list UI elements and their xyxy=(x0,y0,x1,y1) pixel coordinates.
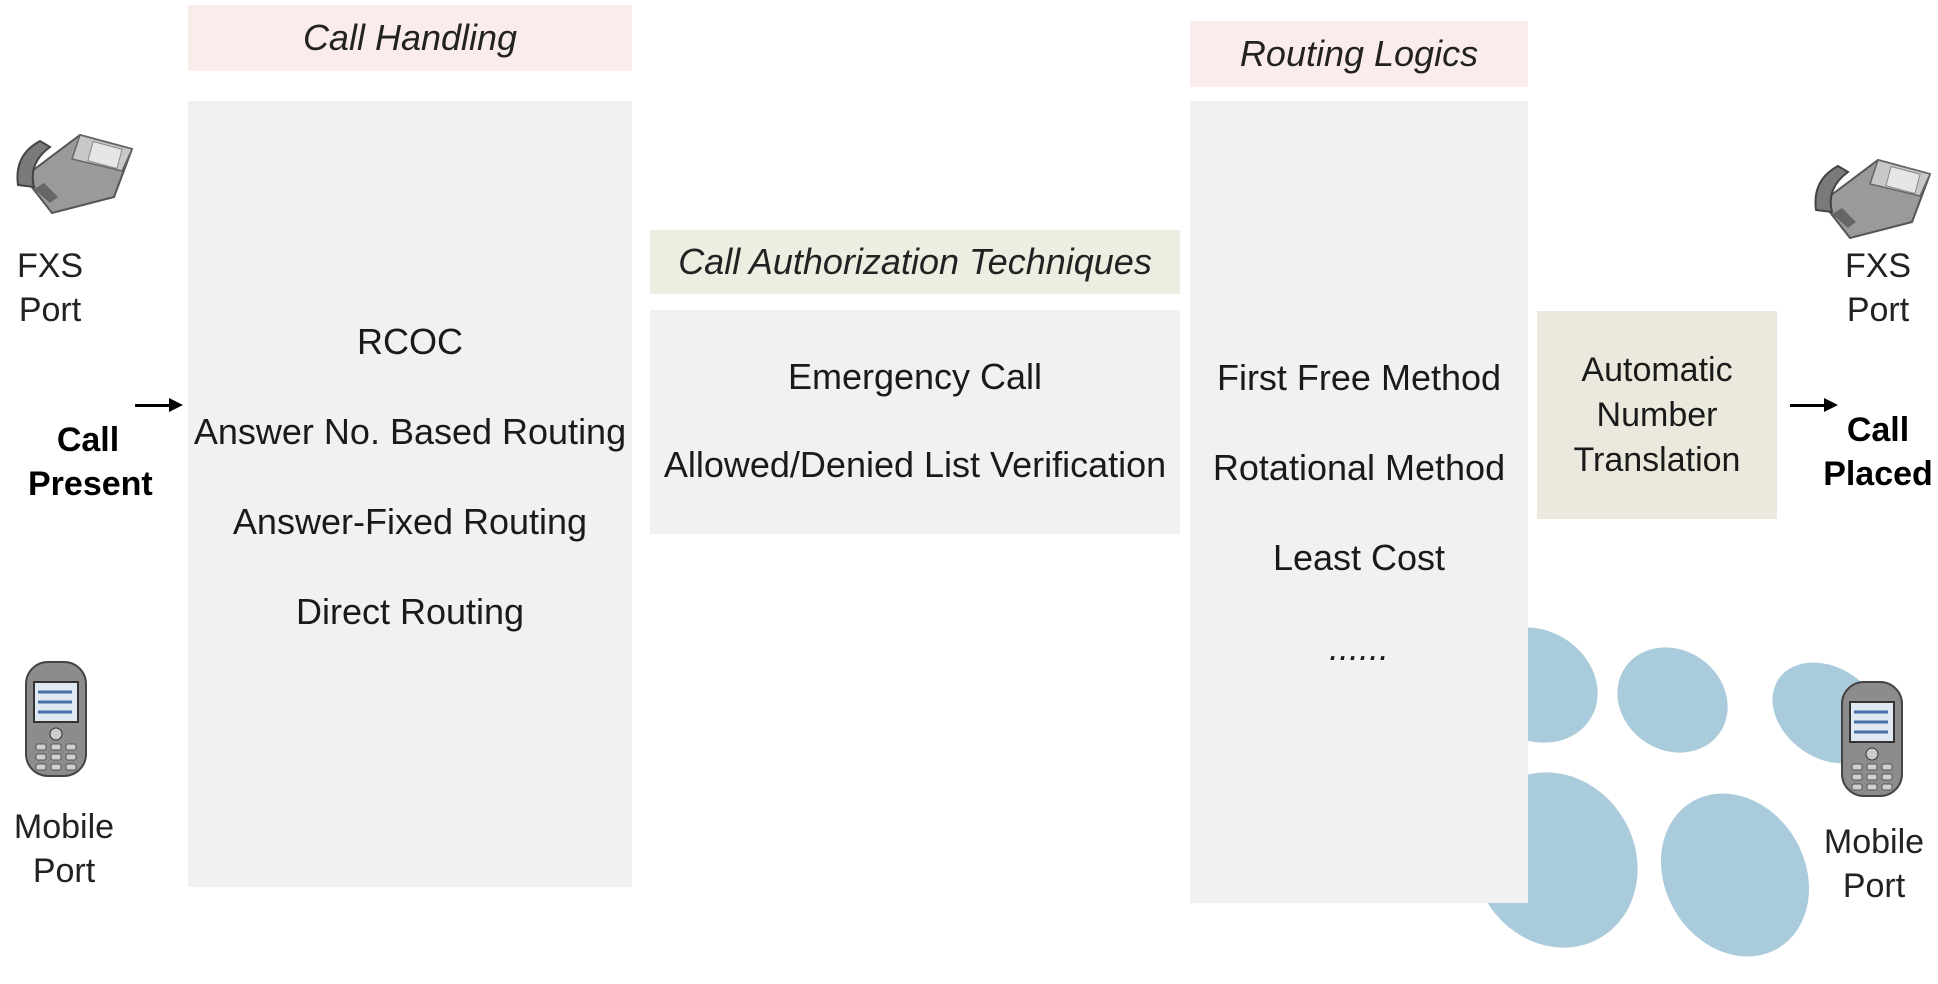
outgoing-arrow xyxy=(1790,398,1838,412)
desk-phone-icon xyxy=(16,133,134,215)
mobile-phone-icon xyxy=(25,661,87,777)
desk-phone-icon xyxy=(1814,158,1932,240)
decor-blob xyxy=(1631,766,1839,984)
left-fxs-port-label: FXS Port xyxy=(16,247,84,329)
translation-line: Number xyxy=(1596,395,1718,434)
call-authorization-panel: Emergency Call Allowed/Denied List Verif… xyxy=(650,310,1180,534)
call-present-label: Call Present xyxy=(28,421,153,503)
routing-logics-panel: First Free Method Rotational Method Leas… xyxy=(1190,101,1528,903)
call-handling-item: Answer-Fixed Routing xyxy=(232,501,588,542)
right-mobile-port-label: Mobile Port xyxy=(1823,823,1925,905)
mobile-phone-icon xyxy=(1841,681,1903,797)
call-handling-item: RCOC xyxy=(357,321,463,362)
incoming-arrow xyxy=(135,398,183,412)
call-handling-header: Call Handling xyxy=(188,5,632,71)
translation-line: Automatic xyxy=(1581,350,1733,389)
call-handling-item: Direct Routing xyxy=(295,591,525,632)
routing-logic-item: ...... xyxy=(1328,627,1389,668)
call-handling-panel: RCOC Answer No. Based Routing Answer-Fix… xyxy=(188,101,632,887)
number-translation-box: Automatic Number Translation xyxy=(1537,311,1777,519)
routing-logic-item: First Free Method xyxy=(1216,357,1502,398)
right-fxs-port-label: FXS Port xyxy=(1844,247,1912,329)
authorization-item: Allowed/Denied List Verification xyxy=(663,444,1167,485)
routing-logic-item: Rotational Method xyxy=(1212,447,1506,488)
routing-logic-item: Least Cost xyxy=(1272,537,1446,578)
left-mobile-port-label: Mobile Port xyxy=(13,808,115,890)
call-placed-label: Call Placed xyxy=(1823,411,1933,493)
call-handling-item: Answer No. Based Routing xyxy=(193,411,627,452)
translation-line: Translation xyxy=(1573,440,1741,479)
authorization-item: Emergency Call xyxy=(787,356,1043,397)
decor-blob xyxy=(1596,626,1749,774)
call-authorization-header: Call Authorization Techniques xyxy=(650,230,1180,294)
routing-logics-header: Routing Logics xyxy=(1190,21,1528,87)
